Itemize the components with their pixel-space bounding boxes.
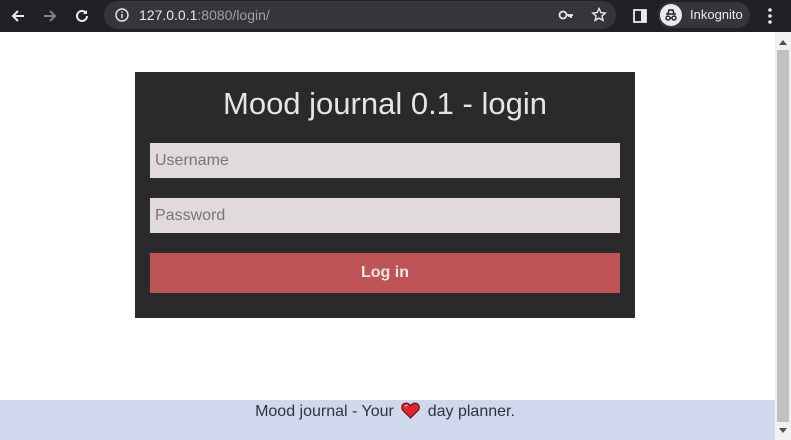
menu-dots-icon <box>768 8 772 24</box>
scroll-up-button[interactable] <box>775 34 791 50</box>
side-panel-icon <box>633 9 647 23</box>
url-host: 127.0.0.1 <box>139 7 198 23</box>
reload-icon <box>76 9 88 22</box>
forward-arrow-icon <box>44 10 57 22</box>
browser-menu-button[interactable] <box>756 2 784 30</box>
url-path: :8080/login/ <box>197 7 270 23</box>
side-panel-button[interactable] <box>626 2 654 30</box>
forward-button[interactable] <box>36 2 64 30</box>
incognito-label: Inkognito <box>690 7 743 22</box>
triangle-up-icon <box>779 39 787 45</box>
footer-text-before: Mood journal - Your <box>255 403 394 420</box>
reload-button[interactable] <box>68 2 96 30</box>
scroll-down-button[interactable] <box>775 422 791 438</box>
footer: Mood journal - Your day planner. <box>0 400 775 440</box>
vertical-scrollbar[interactable] <box>775 32 791 440</box>
page-title: Mood journal 0.1 - login <box>223 86 547 121</box>
browser-toolbar: 127.0.0.1:8080/login/ Inkognito <box>0 0 791 32</box>
username-input[interactable] <box>150 143 620 178</box>
info-icon <box>115 8 129 22</box>
page-viewport: Mood journal 0.1 - login Log in Mood jou… <box>0 32 775 440</box>
password-input[interactable] <box>150 198 620 233</box>
incognito-profile-button[interactable]: Inkognito <box>658 2 750 28</box>
url-text[interactable]: 127.0.0.1:8080/login/ <box>139 1 270 29</box>
login-card: Mood journal 0.1 - login Log in <box>135 72 635 318</box>
address-bar[interactable]: 127.0.0.1:8080/login/ <box>104 1 616 29</box>
footer-text-after: day planner. <box>427 403 515 420</box>
star-icon[interactable] <box>591 7 607 23</box>
triangle-down-icon <box>779 427 787 433</box>
back-button[interactable] <box>4 2 32 30</box>
back-arrow-icon <box>11 10 24 22</box>
key-icon[interactable] <box>558 8 574 22</box>
incognito-avatar <box>660 4 682 26</box>
heart-icon <box>401 402 421 419</box>
footer-tagline: Mood journal - Your day planner. <box>0 400 770 423</box>
scrollbar-thumb[interactable] <box>777 50 789 422</box>
login-button[interactable]: Log in <box>150 253 620 293</box>
incognito-icon <box>665 9 677 21</box>
